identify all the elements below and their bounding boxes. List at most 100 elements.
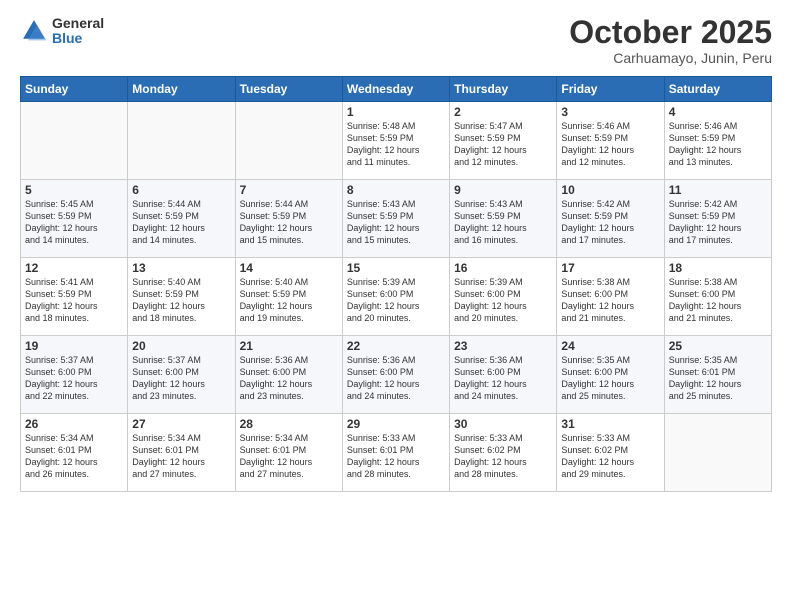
day-number: 13 [132, 261, 230, 275]
day-info: Sunrise: 5:34 AM Sunset: 6:01 PM Dayligh… [132, 432, 230, 481]
calendar-table: Sunday Monday Tuesday Wednesday Thursday… [20, 76, 772, 492]
day-info: Sunrise: 5:42 AM Sunset: 5:59 PM Dayligh… [561, 198, 659, 247]
calendar-subtitle: Carhuamayo, Junin, Peru [569, 50, 772, 66]
day-number: 2 [454, 105, 552, 119]
calendar-cell: 7Sunrise: 5:44 AM Sunset: 5:59 PM Daylig… [235, 180, 342, 258]
day-number: 21 [240, 339, 338, 353]
calendar-cell: 13Sunrise: 5:40 AM Sunset: 5:59 PM Dayli… [128, 258, 235, 336]
header-thursday: Thursday [450, 77, 557, 102]
day-number: 23 [454, 339, 552, 353]
day-number: 5 [25, 183, 123, 197]
day-info: Sunrise: 5:43 AM Sunset: 5:59 PM Dayligh… [347, 198, 445, 247]
header: General Blue October 2025 Carhuamayo, Ju… [20, 16, 772, 66]
day-number: 3 [561, 105, 659, 119]
calendar-cell [128, 102, 235, 180]
day-info: Sunrise: 5:46 AM Sunset: 5:59 PM Dayligh… [669, 120, 767, 169]
calendar-header: Sunday Monday Tuesday Wednesday Thursday… [21, 77, 772, 102]
calendar-cell: 15Sunrise: 5:39 AM Sunset: 6:00 PM Dayli… [342, 258, 449, 336]
calendar-week-row: 1Sunrise: 5:48 AM Sunset: 5:59 PM Daylig… [21, 102, 772, 180]
header-tuesday: Tuesday [235, 77, 342, 102]
day-info: Sunrise: 5:44 AM Sunset: 5:59 PM Dayligh… [132, 198, 230, 247]
calendar-cell: 24Sunrise: 5:35 AM Sunset: 6:00 PM Dayli… [557, 336, 664, 414]
calendar-cell: 16Sunrise: 5:39 AM Sunset: 6:00 PM Dayli… [450, 258, 557, 336]
calendar-cell: 11Sunrise: 5:42 AM Sunset: 5:59 PM Dayli… [664, 180, 771, 258]
calendar-cell: 4Sunrise: 5:46 AM Sunset: 5:59 PM Daylig… [664, 102, 771, 180]
calendar-cell [235, 102, 342, 180]
logo-blue-text: Blue [52, 31, 104, 46]
calendar-title: October 2025 [569, 16, 772, 48]
day-info: Sunrise: 5:46 AM Sunset: 5:59 PM Dayligh… [561, 120, 659, 169]
header-sunday: Sunday [21, 77, 128, 102]
calendar-cell: 31Sunrise: 5:33 AM Sunset: 6:02 PM Dayli… [557, 414, 664, 492]
day-number: 31 [561, 417, 659, 431]
calendar-page: General Blue October 2025 Carhuamayo, Ju… [0, 0, 792, 612]
calendar-cell: 3Sunrise: 5:46 AM Sunset: 5:59 PM Daylig… [557, 102, 664, 180]
day-info: Sunrise: 5:38 AM Sunset: 6:00 PM Dayligh… [669, 276, 767, 325]
day-number: 18 [669, 261, 767, 275]
day-info: Sunrise: 5:37 AM Sunset: 6:00 PM Dayligh… [132, 354, 230, 403]
calendar-cell: 28Sunrise: 5:34 AM Sunset: 6:01 PM Dayli… [235, 414, 342, 492]
day-info: Sunrise: 5:40 AM Sunset: 5:59 PM Dayligh… [240, 276, 338, 325]
day-info: Sunrise: 5:37 AM Sunset: 6:00 PM Dayligh… [25, 354, 123, 403]
logo: General Blue [20, 16, 104, 47]
header-saturday: Saturday [664, 77, 771, 102]
day-info: Sunrise: 5:33 AM Sunset: 6:01 PM Dayligh… [347, 432, 445, 481]
calendar-week-row: 12Sunrise: 5:41 AM Sunset: 5:59 PM Dayli… [21, 258, 772, 336]
calendar-week-row: 19Sunrise: 5:37 AM Sunset: 6:00 PM Dayli… [21, 336, 772, 414]
day-info: Sunrise: 5:47 AM Sunset: 5:59 PM Dayligh… [454, 120, 552, 169]
calendar-cell: 18Sunrise: 5:38 AM Sunset: 6:00 PM Dayli… [664, 258, 771, 336]
day-info: Sunrise: 5:35 AM Sunset: 6:01 PM Dayligh… [669, 354, 767, 403]
day-number: 25 [669, 339, 767, 353]
day-number: 11 [669, 183, 767, 197]
header-monday: Monday [128, 77, 235, 102]
day-info: Sunrise: 5:41 AM Sunset: 5:59 PM Dayligh… [25, 276, 123, 325]
calendar-cell: 20Sunrise: 5:37 AM Sunset: 6:00 PM Dayli… [128, 336, 235, 414]
day-number: 4 [669, 105, 767, 119]
day-number: 19 [25, 339, 123, 353]
day-info: Sunrise: 5:38 AM Sunset: 6:00 PM Dayligh… [561, 276, 659, 325]
day-number: 20 [132, 339, 230, 353]
calendar-cell: 5Sunrise: 5:45 AM Sunset: 5:59 PM Daylig… [21, 180, 128, 258]
calendar-cell: 12Sunrise: 5:41 AM Sunset: 5:59 PM Dayli… [21, 258, 128, 336]
day-info: Sunrise: 5:36 AM Sunset: 6:00 PM Dayligh… [454, 354, 552, 403]
day-info: Sunrise: 5:43 AM Sunset: 5:59 PM Dayligh… [454, 198, 552, 247]
calendar-cell: 6Sunrise: 5:44 AM Sunset: 5:59 PM Daylig… [128, 180, 235, 258]
calendar-week-row: 26Sunrise: 5:34 AM Sunset: 6:01 PM Dayli… [21, 414, 772, 492]
calendar-cell: 22Sunrise: 5:36 AM Sunset: 6:00 PM Dayli… [342, 336, 449, 414]
day-info: Sunrise: 5:44 AM Sunset: 5:59 PM Dayligh… [240, 198, 338, 247]
calendar-cell: 21Sunrise: 5:36 AM Sunset: 6:00 PM Dayli… [235, 336, 342, 414]
day-info: Sunrise: 5:34 AM Sunset: 6:01 PM Dayligh… [25, 432, 123, 481]
weekday-header-row: Sunday Monday Tuesday Wednesday Thursday… [21, 77, 772, 102]
day-info: Sunrise: 5:48 AM Sunset: 5:59 PM Dayligh… [347, 120, 445, 169]
day-info: Sunrise: 5:35 AM Sunset: 6:00 PM Dayligh… [561, 354, 659, 403]
day-number: 30 [454, 417, 552, 431]
day-number: 10 [561, 183, 659, 197]
calendar-cell: 29Sunrise: 5:33 AM Sunset: 6:01 PM Dayli… [342, 414, 449, 492]
day-info: Sunrise: 5:36 AM Sunset: 6:00 PM Dayligh… [240, 354, 338, 403]
day-number: 27 [132, 417, 230, 431]
title-section: October 2025 Carhuamayo, Junin, Peru [569, 16, 772, 66]
header-friday: Friday [557, 77, 664, 102]
logo-text: General Blue [52, 16, 104, 47]
calendar-cell: 1Sunrise: 5:48 AM Sunset: 5:59 PM Daylig… [342, 102, 449, 180]
day-number: 26 [25, 417, 123, 431]
day-number: 24 [561, 339, 659, 353]
day-number: 14 [240, 261, 338, 275]
day-info: Sunrise: 5:33 AM Sunset: 6:02 PM Dayligh… [454, 432, 552, 481]
day-number: 7 [240, 183, 338, 197]
day-number: 1 [347, 105, 445, 119]
day-info: Sunrise: 5:42 AM Sunset: 5:59 PM Dayligh… [669, 198, 767, 247]
day-info: Sunrise: 5:39 AM Sunset: 6:00 PM Dayligh… [454, 276, 552, 325]
calendar-cell: 30Sunrise: 5:33 AM Sunset: 6:02 PM Dayli… [450, 414, 557, 492]
day-number: 29 [347, 417, 445, 431]
day-number: 16 [454, 261, 552, 275]
calendar-cell: 25Sunrise: 5:35 AM Sunset: 6:01 PM Dayli… [664, 336, 771, 414]
day-info: Sunrise: 5:36 AM Sunset: 6:00 PM Dayligh… [347, 354, 445, 403]
day-info: Sunrise: 5:39 AM Sunset: 6:00 PM Dayligh… [347, 276, 445, 325]
calendar-cell: 27Sunrise: 5:34 AM Sunset: 6:01 PM Dayli… [128, 414, 235, 492]
logo-icon [20, 17, 48, 45]
day-number: 28 [240, 417, 338, 431]
day-info: Sunrise: 5:45 AM Sunset: 5:59 PM Dayligh… [25, 198, 123, 247]
day-number: 15 [347, 261, 445, 275]
calendar-cell: 14Sunrise: 5:40 AM Sunset: 5:59 PM Dayli… [235, 258, 342, 336]
